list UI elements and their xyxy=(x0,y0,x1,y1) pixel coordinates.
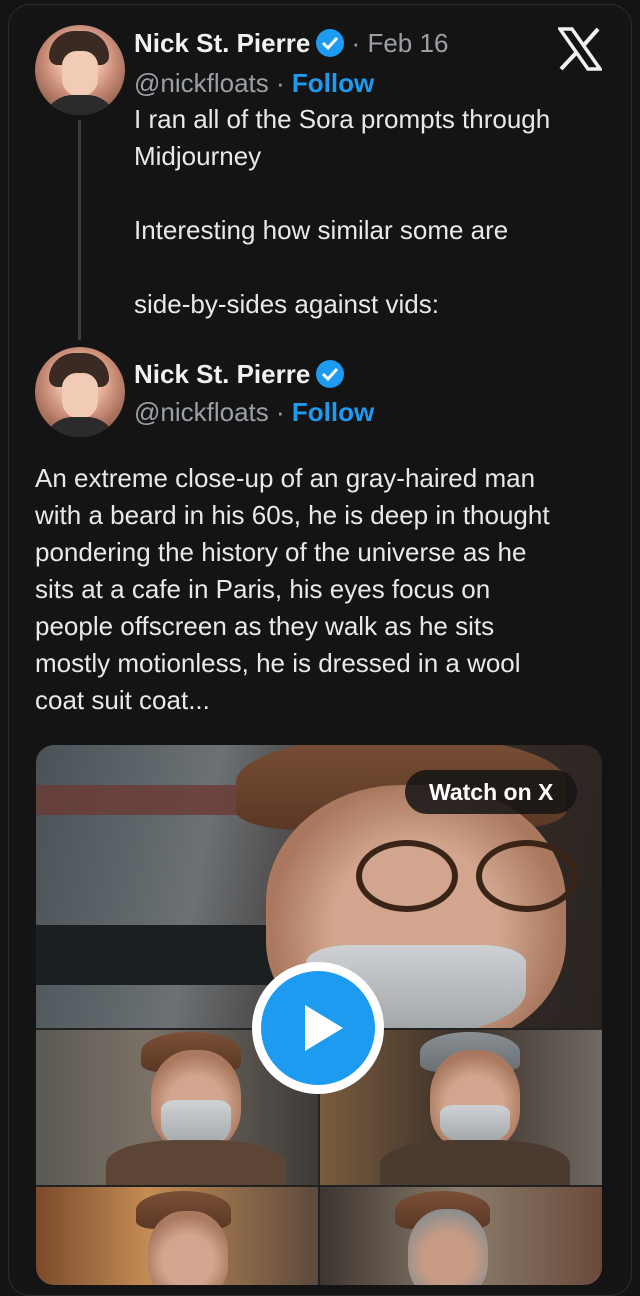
tweet-date[interactable]: Feb 16 xyxy=(367,28,448,58)
author-handle-row: @nickfloats · Follow xyxy=(134,397,374,428)
author-handle[interactable]: @nickfloats xyxy=(134,397,269,427)
author-handle-row: @nickfloats · Follow xyxy=(134,68,374,99)
tweet-text: I ran all of the Sora prompts through Mi… xyxy=(134,104,551,319)
handle-separator: · xyxy=(276,397,285,427)
author-name-text[interactable]: Nick St. Pierre xyxy=(134,359,310,389)
author-name[interactable]: Nick St. Pierre xyxy=(134,359,345,390)
handle-separator: · xyxy=(276,68,285,98)
date-separator: · xyxy=(351,28,361,58)
play-button[interactable] xyxy=(252,962,384,1094)
author-handle[interactable]: @nickfloats xyxy=(134,68,269,98)
video-frame xyxy=(320,1187,602,1285)
video-frame xyxy=(36,1187,318,1285)
play-icon xyxy=(305,1005,343,1051)
thread-connector xyxy=(78,120,81,340)
follow-button[interactable]: Follow xyxy=(292,397,374,427)
avatar[interactable] xyxy=(35,347,125,437)
x-logo-icon[interactable] xyxy=(558,27,602,71)
follow-button[interactable]: Follow xyxy=(292,68,374,98)
tweet-text: An extreme close-up of an gray-haired ma… xyxy=(35,463,550,715)
avatar[interactable] xyxy=(35,25,125,115)
author-name-text[interactable]: Nick St. Pierre xyxy=(134,28,310,58)
verified-badge-icon xyxy=(316,29,345,57)
author-name[interactable]: Nick St. Pierre · Feb 16 xyxy=(134,28,448,59)
verified-badge-icon xyxy=(316,360,345,388)
watch-on-x-button[interactable]: Watch on X xyxy=(405,770,578,814)
